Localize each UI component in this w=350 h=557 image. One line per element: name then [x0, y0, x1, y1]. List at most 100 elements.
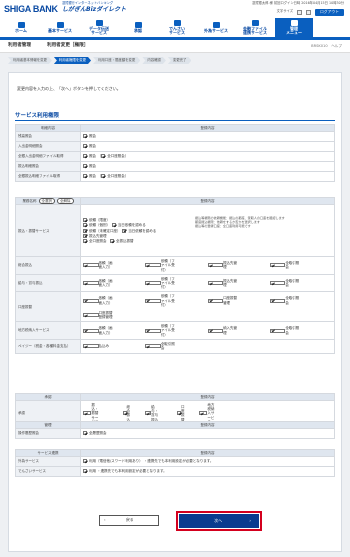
table-row: 地方税納入サービス 依頼（画面入力） 依頼（ファイル受付） 納入先管理 全取引照会 [15, 321, 335, 340]
font-size-small-button[interactable] [297, 9, 303, 15]
top-header: SHIGA BANK 滋賀銀行インターネットバンキング しがぎんBizダイレクト… [0, 0, 350, 18]
checkbox[interactable] [83, 344, 99, 349]
nav-label: 金融ファイル 連携サービス [243, 25, 267, 35]
checkbox[interactable] [145, 328, 161, 333]
checkbox[interactable] [110, 238, 114, 243]
back-button[interactable]: ‹ 戻る [99, 515, 159, 526]
approve-head: 承認 [15, 393, 81, 401]
checkbox[interactable] [207, 298, 224, 303]
option-label: 給与・賞与振込 [151, 405, 159, 422]
table-row: ペイジー（税金・各種料金支払） 払込み 全取引照会 [15, 338, 335, 354]
row-label: 給与・賞与振込 [15, 273, 81, 293]
checkbox[interactable] [101, 174, 106, 179]
deselect-all-button[interactable]: 全解除 [57, 198, 74, 205]
option-label: 照会 [89, 164, 96, 169]
checkbox[interactable] [145, 298, 161, 303]
nav-icon [212, 21, 220, 28]
option: 払込み [83, 341, 145, 351]
checkbox[interactable] [83, 411, 92, 416]
nav-item[interactable]: 管理 メニュー [275, 18, 313, 37]
checkbox[interactable] [83, 228, 87, 233]
checkbox[interactable] [177, 411, 181, 416]
note: 振込等の登録口座：全口座利用可能です [195, 223, 251, 228]
checkbox[interactable] [83, 313, 99, 318]
checkbox[interactable] [83, 164, 87, 169]
screen-id: BRSK010 [311, 43, 328, 48]
admin-table: 管理 登録内容 操作履歴照会 全履歴照会 [15, 421, 335, 439]
next-button[interactable]: 次へ › [176, 511, 262, 531]
nav-item[interactable]: でんさい サービス [158, 18, 196, 37]
nav-item[interactable]: 金融ファイル 連携サービス [236, 18, 274, 37]
checkbox[interactable] [122, 411, 127, 416]
table-row: 総合振込 依頼（画面入力） 依頼（ファイル受付） 振込先管理 全取引照会 [15, 256, 335, 275]
option-label: 全取引照会 [285, 278, 300, 288]
option-grid: 依頼（画面入力） 依頼（ファイル受付） 振込先管理 全取引照会 [83, 257, 332, 274]
nav-item[interactable]: 基本サービス [41, 18, 79, 37]
nav-item[interactable]: 外為サービス [197, 18, 235, 37]
option-label: 全取引照会 [285, 296, 300, 305]
nav-label: 基本サービス [48, 27, 72, 33]
nav-item[interactable]: データ伝送 サービス [80, 18, 118, 37]
option: 依頼（画面入力） [83, 276, 145, 291]
font-size-large-button[interactable] [306, 9, 312, 15]
page-subtitle: 利用者変更［権限］ [46, 43, 89, 49]
table-row: 振込明細照会 照会 [15, 161, 335, 172]
checkbox[interactable] [207, 281, 224, 286]
checkbox[interactable] [83, 298, 99, 303]
service-title: しがぎんBizダイレクト [62, 5, 127, 13]
table-row: 全銀入出金明細ファイル取得 照会 （全口座照会） [15, 151, 335, 162]
option-label: 依頼（未確定口座） [89, 228, 119, 233]
checkbox[interactable] [145, 344, 161, 349]
checkbox[interactable] [111, 223, 116, 228]
option: 全取引照会 [269, 323, 332, 338]
furikomi-label: 振込・振替サービス [15, 204, 81, 258]
option: 依頼（画面入力） [83, 323, 145, 338]
renkei-col: 登録内容 [80, 449, 335, 457]
checkbox[interactable] [83, 281, 99, 286]
nav-item[interactable]: ホーム [2, 18, 40, 37]
option-grid: 依頼（画面入力） 依頼（ファイル受付） 振込先管理 全取引照会 [83, 275, 332, 292]
nav-label: 外為サービス [204, 27, 228, 33]
select-all-button[interactable]: 全選択 [38, 198, 55, 205]
checkbox[interactable] [83, 134, 87, 139]
checkbox[interactable] [83, 469, 87, 474]
checkbox[interactable] [83, 223, 87, 228]
option: 振込先管理 [207, 276, 270, 291]
option-grid: 払込み 全取引照会 [83, 340, 332, 352]
option-label: 振込先管理 [223, 261, 238, 270]
col-content-2: 登録内容 [80, 196, 335, 206]
checkbox[interactable] [83, 459, 87, 464]
logout-button[interactable]: ログアウト [315, 8, 344, 16]
checkbox[interactable] [83, 263, 99, 268]
nav-item[interactable]: 承認 [119, 18, 157, 37]
checkbox[interactable] [269, 281, 286, 286]
row-label: 口座振替 [15, 291, 81, 323]
checkbox[interactable] [83, 238, 87, 243]
checkbox[interactable] [83, 328, 99, 333]
row-label: 全銀振込明細ファイル取得 [15, 171, 81, 182]
checkbox[interactable] [83, 144, 87, 149]
help-link[interactable]: ヘルプ [331, 44, 342, 48]
checkbox[interactable] [101, 154, 106, 159]
checkbox[interactable] [144, 411, 152, 416]
checkbox[interactable] [83, 174, 87, 179]
checkbox[interactable] [269, 263, 286, 268]
checkbox[interactable] [269, 298, 286, 303]
checkbox[interactable] [83, 154, 87, 159]
kanri-col: 登録内容 [80, 421, 335, 429]
checkbox[interactable] [145, 281, 161, 286]
checkbox[interactable] [199, 411, 208, 416]
checkbox[interactable] [269, 328, 286, 333]
checkbox[interactable] [83, 233, 87, 238]
checkbox[interactable] [145, 263, 161, 268]
kanri-label: 操作履歴照会 [15, 428, 81, 439]
checkbox[interactable] [83, 431, 87, 436]
checkbox[interactable] [207, 263, 224, 268]
checkbox[interactable] [122, 228, 127, 233]
approve-col: 登録内容 [80, 393, 335, 401]
checkbox[interactable] [83, 218, 87, 223]
row-label: 振込明細照会 [15, 161, 81, 172]
kanri-head: 管理 [15, 421, 81, 429]
row-value: 照会 （全口座照会） [80, 171, 335, 182]
checkbox[interactable] [207, 328, 224, 333]
